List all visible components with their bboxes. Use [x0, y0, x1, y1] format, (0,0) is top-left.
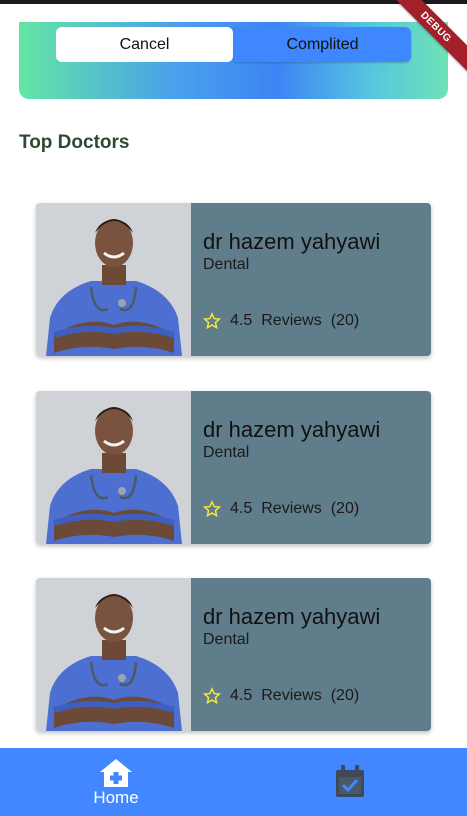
- doctor-info: dr hazem yahyawi Dental 4.5 Reviews (20): [191, 391, 431, 544]
- star-icon: [203, 687, 221, 705]
- doctor-card[interactable]: dr hazem yahyawi Dental 4.5 Reviews (20): [36, 578, 431, 731]
- reviews-label: Reviews: [261, 500, 322, 517]
- reviews-count: (20): [330, 687, 360, 704]
- reviews-label: Reviews: [261, 687, 322, 704]
- rating-value: 4.5: [230, 687, 253, 704]
- doctor-rating: 4.5 Reviews (20): [203, 312, 359, 330]
- doctor-name: dr hazem yahyawi: [203, 417, 381, 442]
- star-icon: [203, 500, 221, 518]
- doctor-name: dr hazem yahyawi: [203, 604, 381, 629]
- doctor-app-screen: Cancel Complited DEBUG Top Doctors dr ha…: [0, 0, 467, 816]
- reviews-count: (20): [330, 312, 360, 329]
- doctor-info: dr hazem yahyawi Dental 4.5 Reviews (20): [191, 578, 431, 731]
- doctor-portrait-image: [36, 391, 191, 544]
- nav-home-label: Home: [93, 788, 139, 807]
- nav-home-button[interactable]: Home: [80, 748, 152, 816]
- reviews-label: Reviews: [261, 312, 322, 329]
- rating-value: 4.5: [230, 312, 253, 329]
- doctor-portrait-image: [36, 203, 191, 356]
- doctor-photo: [36, 391, 191, 544]
- cancel-tab-button[interactable]: Cancel: [56, 27, 233, 62]
- home-icon: [100, 759, 132, 787]
- doctor-name: dr hazem yahyawi: [203, 229, 381, 254]
- doctor-photo: [36, 578, 191, 731]
- calendar-check-icon: [336, 765, 364, 797]
- doctor-rating: 4.5 Reviews (20): [203, 500, 359, 518]
- doctor-rating: 4.5 Reviews (20): [203, 687, 359, 705]
- doctor-info: dr hazem yahyawi Dental 4.5 Reviews (20): [191, 203, 431, 356]
- rating-value: 4.5: [230, 500, 253, 517]
- doctor-specialty: Dental: [203, 444, 250, 461]
- completed-tab-button[interactable]: Complited: [234, 27, 411, 62]
- reviews-count: (20): [330, 500, 360, 517]
- star-icon: [203, 312, 221, 330]
- doctor-card[interactable]: dr hazem yahyawi Dental 4.5 Reviews (20): [36, 203, 431, 356]
- bottom-navigation-bar: Home: [0, 748, 467, 816]
- doctor-photo: [36, 203, 191, 356]
- doctor-card[interactable]: dr hazem yahyawi Dental 4.5 Reviews (20): [36, 391, 431, 544]
- doctor-specialty: Dental: [203, 631, 250, 648]
- doctor-specialty: Dental: [203, 256, 250, 273]
- nav-appointments-button[interactable]: [334, 764, 366, 798]
- doctor-portrait-image: [36, 578, 191, 731]
- section-title: Top Doctors: [19, 132, 130, 153]
